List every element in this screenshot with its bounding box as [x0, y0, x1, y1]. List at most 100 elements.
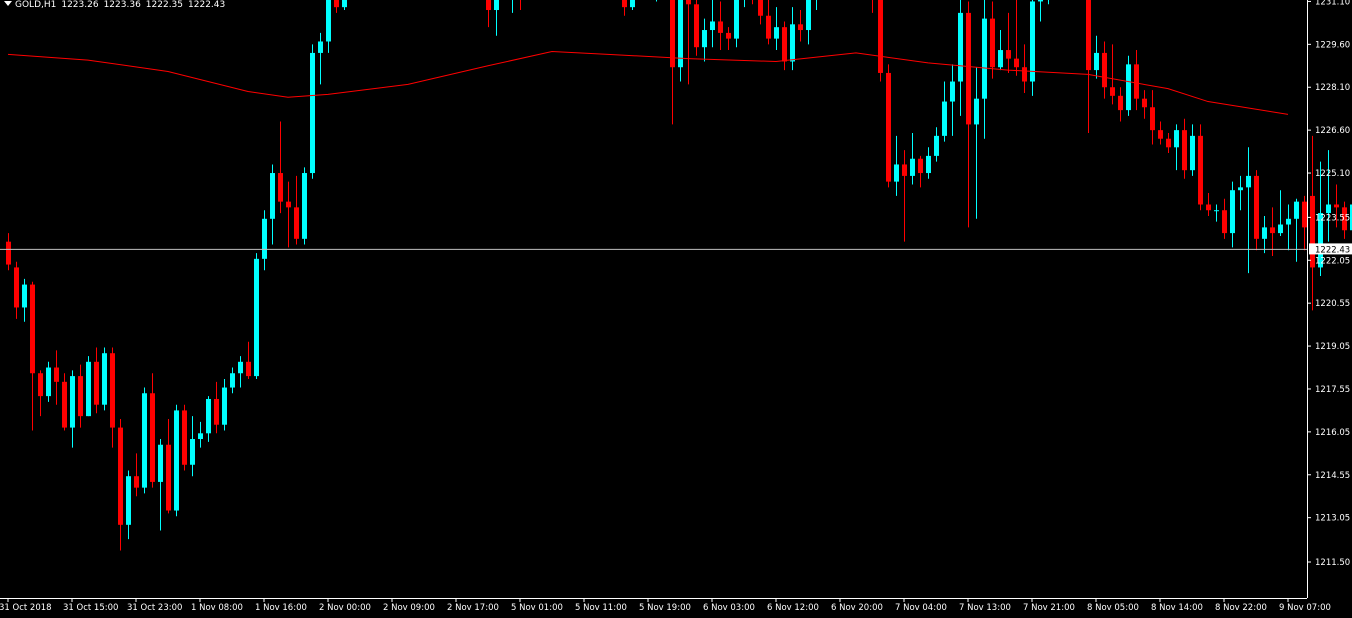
candle	[86, 356, 91, 417]
candle	[262, 210, 267, 271]
candle	[1094, 35, 1099, 79]
candle-body	[958, 12, 963, 82]
candle	[744, 0, 745, 8]
candle-body	[934, 135, 939, 156]
candle-body	[22, 284, 27, 308]
y-tick-label: 1231.10	[1315, 0, 1350, 7]
candle	[110, 347, 115, 448]
candle-body	[1278, 224, 1283, 234]
candle-body	[790, 24, 795, 62]
x-tick-label: 9 Nov 07:00	[1279, 603, 1331, 613]
candle-body	[990, 18, 995, 68]
candle	[1254, 170, 1259, 251]
candle	[54, 350, 59, 405]
candle	[302, 167, 307, 245]
candle	[238, 356, 243, 388]
y-tick-label: 1216.05	[1315, 428, 1350, 438]
candle-body	[342, 0, 347, 8]
candle-body	[1270, 227, 1275, 234]
candle	[710, 0, 715, 48]
candle	[326, 0, 331, 53]
candle-body	[678, 0, 683, 68]
x-tick-label: 7 Nov 13:00	[959, 603, 1011, 613]
candle-body	[1102, 52, 1107, 88]
candle	[1174, 124, 1179, 171]
candle	[630, 0, 635, 11]
candle	[1006, 12, 1011, 73]
candle-body	[182, 410, 187, 465]
candle-body	[902, 164, 907, 176]
candle	[758, 0, 763, 25]
candle	[1262, 215, 1267, 254]
y-tick-label: 1211.50	[1315, 558, 1350, 568]
candle	[14, 261, 19, 319]
candle	[1182, 118, 1187, 179]
y-tick-label: 1214.55	[1315, 471, 1350, 481]
candle	[1302, 195, 1307, 251]
candle	[1286, 204, 1291, 251]
candle-body	[62, 381, 67, 428]
x-tick-label: 31 Oct 15:00	[63, 603, 118, 613]
candle-body	[310, 52, 315, 174]
candle	[1166, 133, 1171, 154]
x-tick-label: 8 Nov 05:00	[1087, 603, 1139, 613]
candle	[1158, 121, 1163, 145]
y-tick-label: 1219.05	[1315, 342, 1350, 352]
candle	[520, 0, 521, 11]
candle	[142, 387, 147, 494]
candle	[622, 0, 627, 16]
candle	[694, 0, 699, 56]
candle	[214, 381, 219, 434]
candle-body	[1174, 130, 1179, 148]
x-tick-label: 6 Nov 20:00	[831, 603, 883, 613]
candle-body	[1150, 107, 1155, 131]
candle-body	[486, 0, 491, 11]
candle	[1126, 55, 1131, 116]
price-chart[interactable]: 1211.50 1213.05 1214.55 1216.05 1217.55 1219.…	[0, 0, 1352, 618]
candle-body	[1190, 135, 1195, 171]
candle	[782, 21, 787, 71]
candle-body	[190, 439, 195, 465]
candle	[886, 64, 891, 188]
candle	[656, 0, 657, 2]
x-tick-label: 31 Oct 2018	[0, 603, 52, 613]
axes-layer: 1211.50 1213.05 1214.55 1216.05 1217.55 1219.…	[0, 0, 1352, 613]
x-tick-label: 8 Nov 14:00	[1151, 603, 1203, 613]
candle	[134, 453, 139, 497]
candle-body	[334, 0, 339, 8]
candle	[894, 135, 899, 196]
candle	[726, 27, 731, 51]
candle	[1086, 0, 1091, 133]
chart-window[interactable]: GOLD,H1 1223.26 1223.36 1222.35 1222.43 1211…	[0, 0, 1352, 618]
candle-body	[878, 0, 883, 73]
candle-body	[766, 15, 771, 39]
y-tick-label: 1217.55	[1315, 385, 1350, 395]
candle-body	[1326, 204, 1331, 214]
candle	[918, 155, 923, 188]
candle-body	[1118, 95, 1123, 111]
x-tick-label: 1 Nov 16:00	[255, 603, 307, 613]
candle-body	[302, 173, 307, 239]
candle	[486, 0, 491, 28]
candle-body	[734, 0, 739, 39]
candle-body	[1094, 52, 1099, 71]
y-tick-label: 1226.60	[1315, 126, 1350, 136]
candle-body	[126, 476, 131, 525]
candle-body	[718, 21, 723, 33]
candle-body	[1230, 190, 1235, 234]
current-price-label: 1222.43	[1315, 245, 1350, 255]
x-tick-label: 6 Nov 03:00	[703, 603, 755, 613]
candle-body	[1286, 218, 1291, 225]
candle-body	[278, 173, 283, 202]
candle	[1294, 198, 1299, 262]
candle	[270, 164, 275, 245]
candle-body	[982, 18, 987, 99]
candle-body	[1206, 204, 1211, 211]
candle-body	[686, 0, 691, 5]
candle-body	[1086, 0, 1091, 71]
candle	[1270, 207, 1275, 256]
candle	[46, 361, 51, 402]
y-tick-label: 1229.60	[1315, 40, 1350, 50]
x-tick-label: 7 Nov 21:00	[1023, 603, 1075, 613]
candle-body	[998, 50, 1003, 68]
